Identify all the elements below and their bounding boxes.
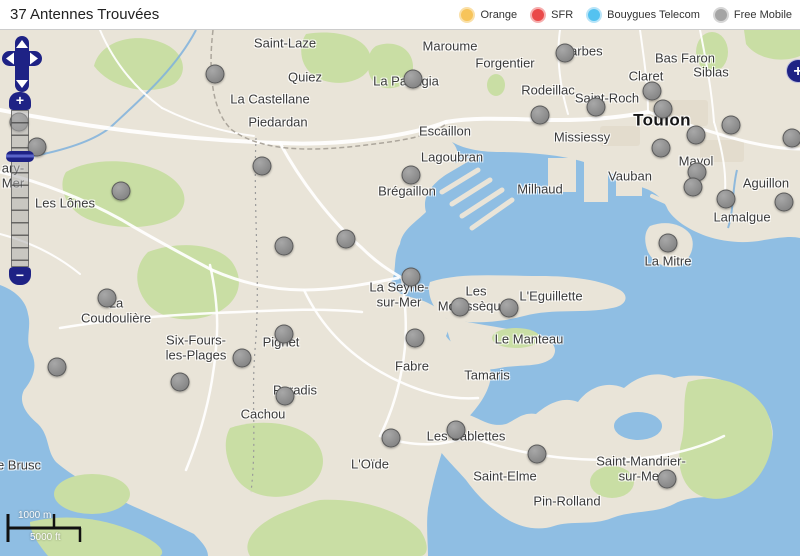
operator-color-dot <box>586 6 603 23</box>
forest <box>492 328 540 348</box>
antenna-marker[interactable] <box>47 357 67 377</box>
antenna-marker[interactable] <box>530 105 550 125</box>
legend-item: Orange <box>459 6 518 23</box>
pan-compass <box>2 36 42 92</box>
antenna-marker[interactable] <box>401 267 421 287</box>
antenna-marker[interactable] <box>446 420 466 440</box>
antenna-marker[interactable] <box>683 177 703 197</box>
antenna-marker[interactable] <box>774 192 794 212</box>
operator-name: Free Mobile <box>733 8 792 21</box>
antenna-marker[interactable] <box>111 181 131 201</box>
zoom-out-button[interactable]: − <box>9 267 31 285</box>
results-count-title: 37 Antennes Trouvées <box>10 6 160 23</box>
legend-item: Free Mobile <box>712 6 792 23</box>
quay <box>584 162 608 202</box>
antenna-marker[interactable] <box>170 372 190 392</box>
antenna-marker[interactable] <box>336 229 356 249</box>
city-blocks <box>600 126 640 146</box>
forest <box>487 74 505 96</box>
antenna-marker[interactable] <box>232 348 252 368</box>
antenna-marker[interactable] <box>252 156 272 176</box>
antenna-marker[interactable] <box>205 64 225 84</box>
antenna-map-app: 37 Antennes Trouvées Orange SFR Bouygues… <box>0 0 800 556</box>
zoom-slider-track[interactable] <box>11 110 29 267</box>
operator-name: Bouygues Telecom <box>607 8 700 21</box>
saint-mandrier-port <box>614 412 662 440</box>
antenna-marker[interactable] <box>274 324 294 344</box>
map-canvas[interactable] <box>0 30 800 556</box>
operator-color-dot <box>712 6 729 23</box>
map-viewport[interactable]: Saint-Laze Maroume Forgentier Barbes Bas Far… <box>0 30 800 556</box>
zoom-in-button[interactable]: + <box>9 92 31 110</box>
antenna-marker[interactable] <box>555 43 575 63</box>
antenna-marker[interactable] <box>405 328 425 348</box>
operator-color-dot <box>459 6 476 23</box>
antenna-marker[interactable] <box>586 97 606 117</box>
antenna-marker[interactable] <box>716 189 736 209</box>
operator-name: SFR <box>551 8 574 21</box>
antenna-marker[interactable] <box>657 469 677 489</box>
antenna-marker[interactable] <box>721 115 741 135</box>
forest <box>54 474 130 514</box>
quay <box>548 158 576 192</box>
antenna-marker[interactable] <box>658 233 678 253</box>
antenna-marker[interactable] <box>401 165 421 185</box>
quay <box>616 166 642 196</box>
legend-item: SFR <box>530 6 574 23</box>
operator-color-dot <box>530 6 547 23</box>
antenna-marker[interactable] <box>381 428 401 448</box>
antenna-marker[interactable] <box>499 298 519 318</box>
operator-legend: Orange SFR Bouygues Telecom Free Mobile <box>459 6 792 23</box>
antenna-marker[interactable] <box>403 69 423 89</box>
antenna-marker[interactable] <box>642 81 662 101</box>
zoom-slider-handle[interactable] <box>6 151 34 162</box>
legend-item: Bouygues Telecom <box>586 6 700 23</box>
antenna-marker[interactable] <box>274 236 294 256</box>
operator-name: Orange <box>480 8 518 21</box>
antenna-marker[interactable] <box>527 444 547 464</box>
header: 37 Antennes Trouvées Orange SFR Bouygues… <box>0 0 800 30</box>
antenna-marker[interactable] <box>450 297 470 317</box>
antenna-marker[interactable] <box>97 288 117 308</box>
antenna-marker[interactable] <box>275 386 295 406</box>
antenna-marker[interactable] <box>686 125 706 145</box>
forest <box>590 466 634 498</box>
antenna-marker[interactable] <box>782 128 800 148</box>
antenna-marker[interactable] <box>653 99 673 119</box>
antenna-marker[interactable] <box>651 138 671 158</box>
